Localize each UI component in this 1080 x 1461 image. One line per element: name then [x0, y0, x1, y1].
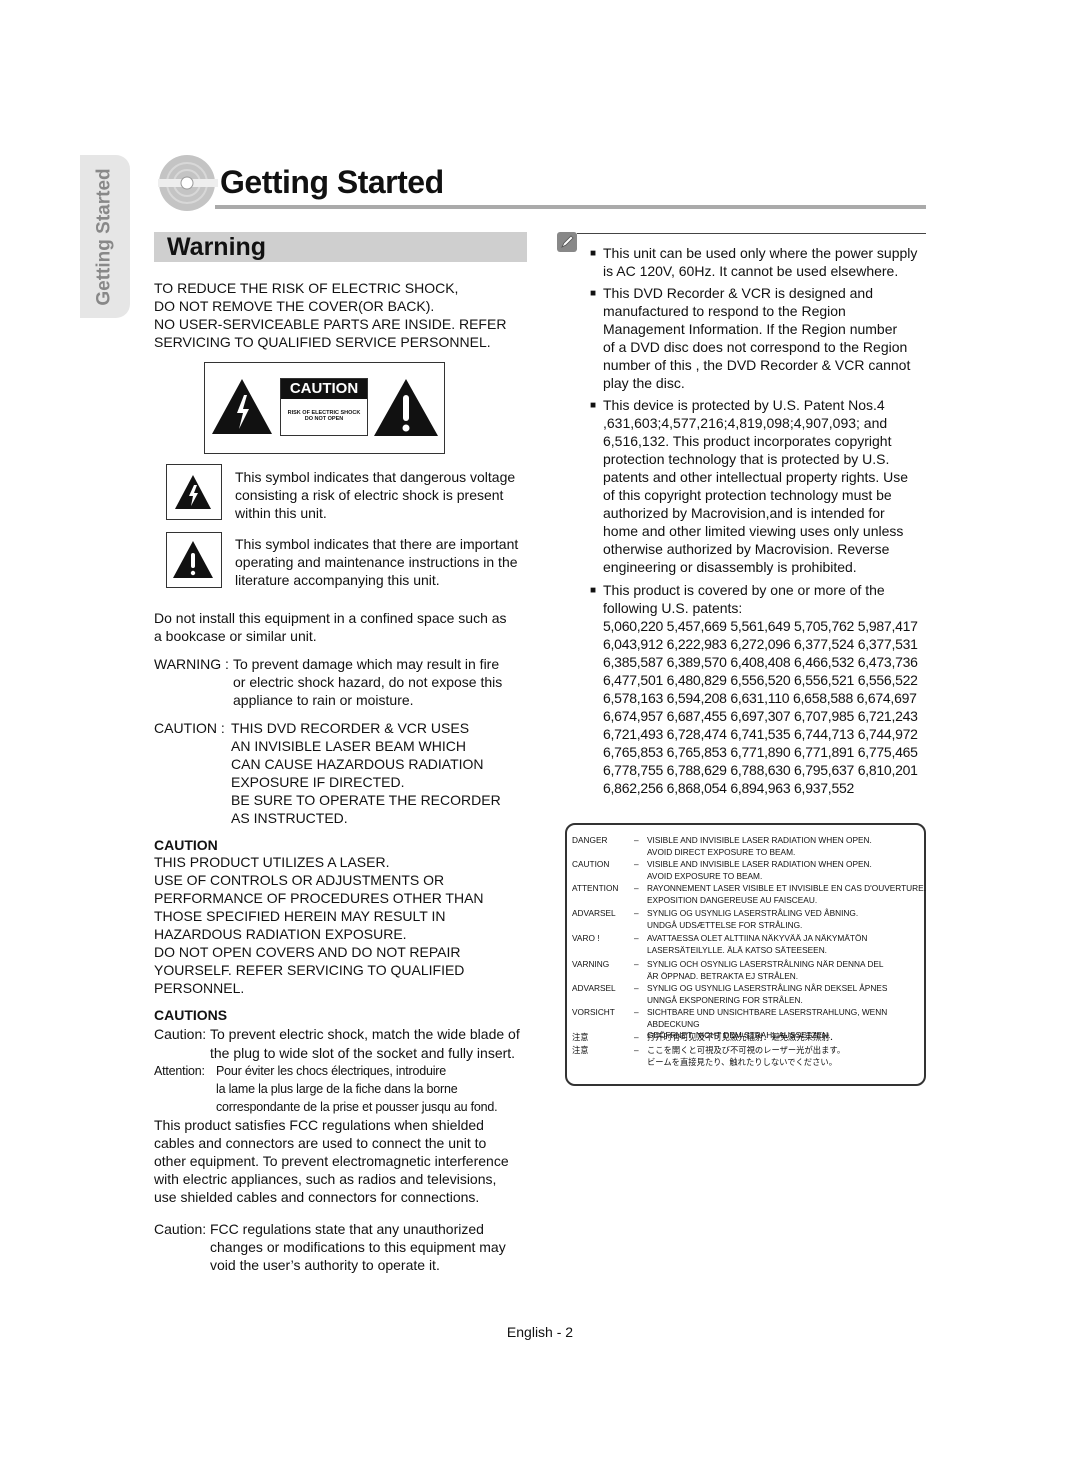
- laser-warning-label: DANGER – VISIBLE AND INVISIBLE LASER RADIA…: [565, 823, 926, 1086]
- laser-row-text: VISIBLE AND INVISIBLE LASER RADIATION WH…: [647, 859, 872, 881]
- manual-page: Getting Started Getting Started Warning …: [0, 0, 1080, 1461]
- exclamation-warning-icon: [374, 379, 438, 436]
- laser-row-dash: –: [634, 883, 639, 893]
- bullet-icon: ■: [590, 288, 597, 299]
- voltage-symbol-text: This symbol indicates that dangerous vol…: [235, 469, 516, 521]
- laser-row-dash: –: [634, 959, 639, 969]
- laser-row-language: ADVARSEL: [572, 983, 616, 993]
- note-rule: [577, 233, 926, 234]
- cautions-heading: CAUTIONS: [154, 1007, 228, 1023]
- voltage-symbol-box: [166, 464, 222, 520]
- laser-row-language: VORSICHT: [572, 1007, 615, 1017]
- laser-row-text: 打开时有可见及不可见激光辐射．避免激光束照射．: [647, 1032, 838, 1042]
- laser-row-text: VISIBLE AND INVISIBLE LASER RADIATION WH…: [647, 835, 872, 857]
- note-pencil-icon: [557, 232, 577, 252]
- side-tab-text: Getting Started: [94, 167, 116, 306]
- laser-row-text: SYNLIG OG USYNLIG LASERSTRÅLING NÅR DEKS…: [647, 983, 888, 1005]
- laser-row-language: 注意: [572, 1045, 589, 1055]
- laser-row-text: AVATTAESSA OLET ALTTIINA NÄKYVÄÄ JA NÄKY…: [647, 933, 868, 955]
- disc-icon: [158, 155, 218, 211]
- title-rule: [215, 205, 926, 209]
- laser-row-text: ここを開くと可視及び不可視のレーザー光が出ます。 ビームを直接見たり、触れたりし…: [647, 1045, 846, 1067]
- laser-row-dash: –: [634, 908, 639, 918]
- install-text: Do not install this equipment in a confi…: [154, 610, 507, 644]
- warning-heading-bar: Warning: [154, 232, 527, 262]
- laser-row-dash: –: [634, 1045, 639, 1055]
- fcc-caution-label: Caution:: [154, 1221, 207, 1237]
- bullet-patents: This product is covered by one or more o…: [603, 582, 885, 616]
- laser-row-dash: –: [634, 983, 639, 993]
- instruction-symbol-box: [166, 532, 222, 588]
- lightning-warning-icon: [212, 379, 272, 434]
- laser-row-dash: –: [634, 933, 639, 943]
- caution-body: THIS PRODUCT UTILIZES A LASER. USE OF CO…: [154, 854, 484, 996]
- intro-text: TO REDUCE THE RISK OF ELECTRIC SHOCK, DO…: [154, 280, 507, 350]
- laser-row-dash: –: [634, 835, 639, 845]
- laser-row-text: SYNLIG OCH OSYNLIG LASERSTRÅLNING NÄR DE…: [647, 959, 884, 981]
- plug-caution-label: Caution:: [154, 1026, 207, 1042]
- laser-row-text: RAYONNEMENT LASER VISIBLE ET INVISIBLE E…: [647, 883, 926, 905]
- caution-plate-line2: DO NOT OPEN: [304, 416, 344, 422]
- laser-row-language: 注意: [572, 1032, 589, 1042]
- bullet-region: This DVD Recorder & VCR is designed and …: [603, 285, 911, 391]
- laser-row-language: CAUTION: [572, 859, 610, 869]
- bullet-macrovision: This device is protected by U.S. Patent …: [603, 397, 909, 575]
- caution-heading: CAUTION: [154, 837, 218, 853]
- page-title: Getting Started: [220, 164, 444, 200]
- laser-row-language: VARNING: [572, 959, 610, 969]
- laser-row-dash: –: [634, 859, 639, 869]
- attention-label: Attention:: [154, 1064, 205, 1078]
- patent-numbers: 5,060,220 5,457,669 5,561,649 5,705,762 …: [603, 618, 918, 796]
- fcc-text: This product satisfies FCC regulations w…: [154, 1117, 509, 1205]
- warning-label: WARNING :: [154, 656, 229, 672]
- laser-row-dash: –: [634, 1007, 639, 1017]
- bullet-icon: ■: [590, 585, 597, 596]
- laser-row-text: SYNLIG OG USYNLIG LASERSTRÅLING VED ÅBNI…: [647, 908, 859, 930]
- fcc-caution-text: FCC regulations state that any unauthori…: [210, 1221, 506, 1273]
- caution-label: CAUTION RISK OF ELECTRIC SHOCK DO NOT OP…: [204, 362, 445, 454]
- page-number: English - 2: [506, 1324, 574, 1340]
- caution-plate-title: CAUTION: [281, 379, 367, 399]
- bullet-icon: ■: [590, 248, 597, 259]
- plug-caution-body: To prevent electric shock, match the wid…: [210, 1026, 520, 1061]
- lightning-warning-icon: [175, 475, 211, 509]
- laser-row-language: DANGER: [572, 835, 608, 845]
- laser-row-language: ADVARSEL: [572, 908, 616, 918]
- side-tab-label: Getting Started: [80, 155, 130, 318]
- attention-text: Pour éviter les chocs électriques, intro…: [216, 1064, 498, 1114]
- warning-body: To prevent damage which may result in fi…: [233, 656, 503, 708]
- instruction-symbol-text: This symbol indicates that there are imp…: [235, 536, 519, 588]
- laser-row-dash: –: [634, 1032, 639, 1042]
- caution-plate: CAUTION RISK OF ELECTRIC SHOCK DO NOT OP…: [280, 378, 368, 436]
- warning-heading: Warning: [167, 233, 267, 261]
- bullet-power: This unit can be used only where the pow…: [603, 245, 918, 279]
- caution-laser-label: CAUTION :: [154, 720, 225, 736]
- bullet-icon: ■: [590, 400, 597, 411]
- laser-row-language: ATTENTION: [572, 883, 619, 893]
- laser-row-language: VARO !: [572, 933, 600, 943]
- exclamation-warning-icon: [173, 541, 213, 578]
- caution-laser-text: THIS DVD RECORDER & VCR USES AN INVISIBL…: [231, 720, 501, 826]
